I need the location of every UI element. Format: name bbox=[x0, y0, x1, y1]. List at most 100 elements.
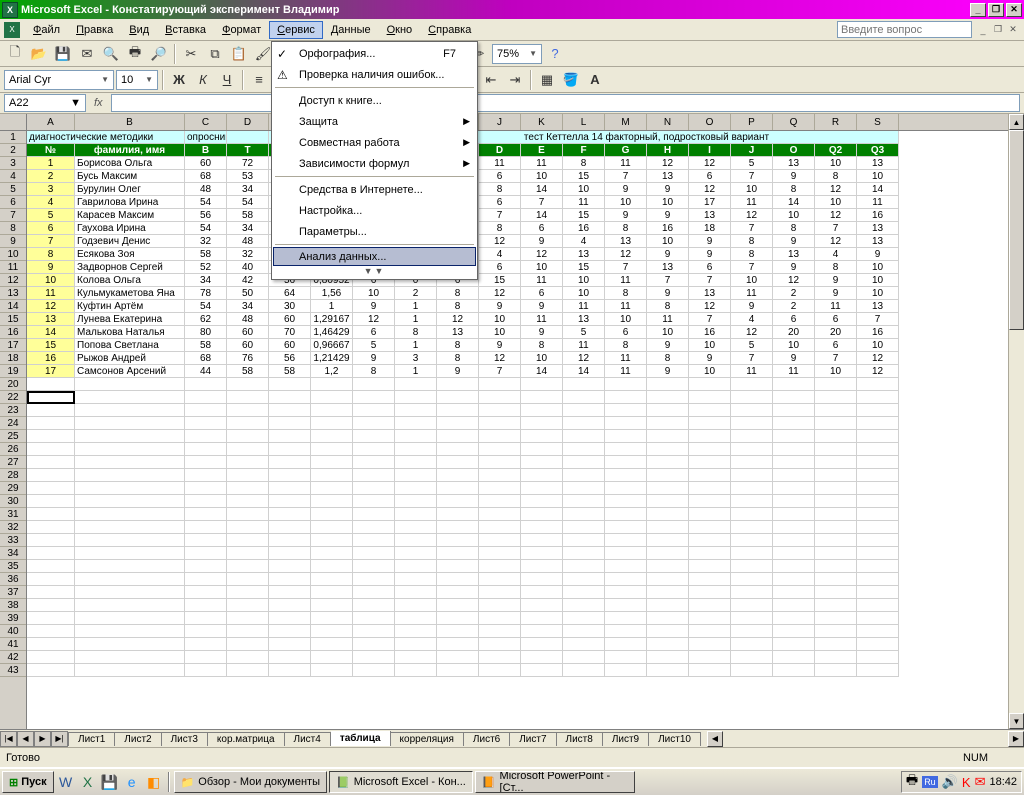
cell[interactable] bbox=[605, 534, 647, 547]
cell[interactable]: 54 bbox=[227, 196, 269, 209]
sheet-tab[interactable]: Лист4 bbox=[285, 732, 331, 746]
cell[interactable] bbox=[353, 534, 395, 547]
row-header[interactable]: 39 bbox=[0, 612, 26, 625]
cell[interactable] bbox=[395, 664, 437, 677]
cell[interactable]: фамилия, имя bbox=[75, 144, 185, 157]
cell[interactable]: 9 bbox=[773, 261, 815, 274]
cell[interactable] bbox=[563, 391, 605, 404]
cell[interactable] bbox=[857, 404, 899, 417]
cell[interactable]: 17 bbox=[27, 365, 75, 378]
cell[interactable] bbox=[311, 456, 353, 469]
cell[interactable]: 7 bbox=[731, 352, 773, 365]
cell[interactable]: 34 bbox=[185, 274, 227, 287]
cell[interactable] bbox=[731, 495, 773, 508]
cell[interactable]: 12 bbox=[563, 352, 605, 365]
cell[interactable] bbox=[773, 664, 815, 677]
cell[interactable] bbox=[857, 521, 899, 534]
cell[interactable]: 56 bbox=[269, 352, 311, 365]
cell[interactable] bbox=[437, 612, 479, 625]
cell[interactable] bbox=[227, 417, 269, 430]
cell[interactable] bbox=[815, 625, 857, 638]
open-icon[interactable]: 📂 bbox=[28, 43, 50, 65]
sheet-tab[interactable]: Лист1 bbox=[69, 732, 115, 746]
cell[interactable]: 6 bbox=[815, 313, 857, 326]
cell[interactable] bbox=[27, 430, 75, 443]
col-header[interactable]: N bbox=[647, 114, 689, 130]
row-header[interactable]: 40 bbox=[0, 625, 26, 638]
cell[interactable] bbox=[521, 664, 563, 677]
scroll-down-icon[interactable]: ▼ bbox=[1009, 713, 1024, 729]
cell[interactable] bbox=[185, 573, 227, 586]
cell[interactable] bbox=[479, 508, 521, 521]
cell[interactable]: D bbox=[479, 144, 521, 157]
cell[interactable] bbox=[521, 404, 563, 417]
cell[interactable] bbox=[689, 599, 731, 612]
cell[interactable] bbox=[395, 430, 437, 443]
cell[interactable] bbox=[75, 508, 185, 521]
cell[interactable]: 60 bbox=[269, 339, 311, 352]
row-header[interactable]: 13 bbox=[0, 287, 26, 300]
cell[interactable]: 11 bbox=[479, 157, 521, 170]
cell[interactable] bbox=[437, 417, 479, 430]
cell[interactable] bbox=[269, 612, 311, 625]
cell[interactable] bbox=[605, 651, 647, 664]
cell[interactable] bbox=[773, 456, 815, 469]
cell[interactable] bbox=[27, 573, 75, 586]
cell[interactable] bbox=[353, 417, 395, 430]
cell[interactable]: 13 bbox=[563, 248, 605, 261]
cell[interactable] bbox=[815, 495, 857, 508]
cell[interactable] bbox=[563, 456, 605, 469]
cell[interactable]: 11 bbox=[27, 287, 75, 300]
cell[interactable]: 10 bbox=[689, 365, 731, 378]
font-color-icon[interactable]: A bbox=[584, 69, 606, 91]
chevron-down-icon[interactable]: ▼ bbox=[145, 75, 153, 84]
cell[interactable] bbox=[521, 638, 563, 651]
cell[interactable]: 9 bbox=[647, 183, 689, 196]
cell[interactable] bbox=[395, 586, 437, 599]
cell[interactable] bbox=[563, 612, 605, 625]
cell[interactable] bbox=[269, 560, 311, 573]
cell[interactable]: 14 bbox=[521, 365, 563, 378]
menu-формат[interactable]: Формат bbox=[214, 21, 269, 39]
cell[interactable] bbox=[27, 664, 75, 677]
cell[interactable] bbox=[773, 573, 815, 586]
cell[interactable] bbox=[353, 560, 395, 573]
zoom-box[interactable]: 75%▼ bbox=[492, 44, 542, 64]
cell[interactable] bbox=[731, 443, 773, 456]
cell[interactable]: 7 bbox=[689, 274, 731, 287]
cell[interactable]: 10 bbox=[563, 287, 605, 300]
cell[interactable] bbox=[311, 482, 353, 495]
cell[interactable] bbox=[437, 586, 479, 599]
cell[interactable]: 11 bbox=[731, 287, 773, 300]
quicklaunch-ie-icon[interactable]: e bbox=[122, 772, 142, 792]
cell[interactable] bbox=[27, 495, 75, 508]
row-header[interactable]: 35 bbox=[0, 560, 26, 573]
cell[interactable]: 70 bbox=[269, 326, 311, 339]
cell[interactable]: 7 bbox=[857, 313, 899, 326]
cell[interactable] bbox=[605, 508, 647, 521]
cell[interactable]: 14 bbox=[773, 196, 815, 209]
cell[interactable] bbox=[185, 638, 227, 651]
cell[interactable] bbox=[269, 482, 311, 495]
cell[interactable]: H bbox=[647, 144, 689, 157]
chevron-down-icon[interactable]: ▼ bbox=[101, 75, 109, 84]
cell[interactable] bbox=[311, 547, 353, 560]
cell[interactable] bbox=[605, 599, 647, 612]
cell[interactable]: B bbox=[185, 144, 227, 157]
cell[interactable]: 12 bbox=[479, 287, 521, 300]
cell[interactable] bbox=[731, 482, 773, 495]
cell[interactable] bbox=[521, 651, 563, 664]
cell[interactable]: 7 bbox=[815, 222, 857, 235]
cell[interactable] bbox=[815, 404, 857, 417]
cell[interactable] bbox=[689, 482, 731, 495]
cell[interactable] bbox=[521, 560, 563, 573]
expand-menu-icon[interactable]: ▼▼ bbox=[273, 266, 476, 278]
cell[interactable] bbox=[689, 560, 731, 573]
font-name-box[interactable]: Arial Cyr▼ bbox=[4, 70, 114, 90]
cell[interactable] bbox=[731, 391, 773, 404]
cell[interactable] bbox=[521, 599, 563, 612]
cell[interactable] bbox=[269, 404, 311, 417]
cell[interactable] bbox=[75, 378, 185, 391]
cell[interactable] bbox=[479, 664, 521, 677]
cell[interactable]: Q2 bbox=[815, 144, 857, 157]
